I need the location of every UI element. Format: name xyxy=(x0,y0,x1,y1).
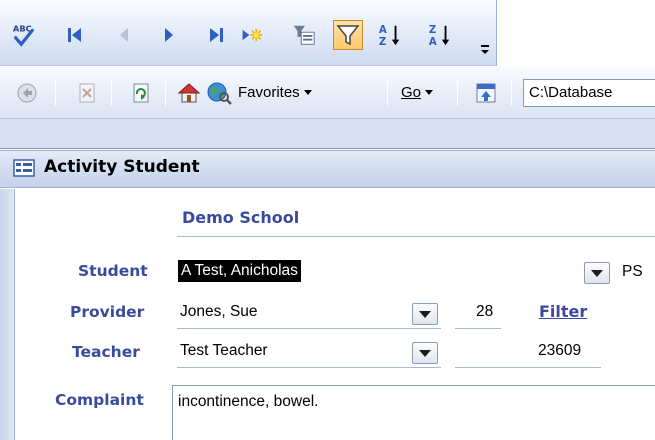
provider-underline xyxy=(177,328,441,329)
student-extra-value: PS xyxy=(622,263,643,280)
next-icon xyxy=(165,28,173,42)
filter-form-icon xyxy=(293,25,315,45)
form-record-selector[interactable] xyxy=(0,189,15,440)
first-icon xyxy=(68,28,81,42)
overflow-chevron-icon xyxy=(481,45,489,54)
toolbar-separator xyxy=(165,80,166,106)
teacher-label: Teacher xyxy=(72,343,140,361)
previous-icon xyxy=(120,28,128,42)
show-web-toolbar-button[interactable] xyxy=(473,80,499,106)
go-menu[interactable]: Go xyxy=(401,82,434,104)
last-record-button[interactable] xyxy=(204,22,228,48)
provider-number-underline xyxy=(455,328,501,329)
funnel-icon xyxy=(336,25,360,46)
student-dropdown-button[interactable] xyxy=(584,262,610,284)
svg-text:A: A xyxy=(379,25,387,36)
toolbar-separator xyxy=(511,80,512,106)
chevron-down-icon xyxy=(303,89,312,95)
student-combobox[interactable]: A Test, Anicholas xyxy=(178,260,578,284)
teacher-underline xyxy=(177,367,441,368)
mdi-background xyxy=(0,119,655,149)
provider-dropdown-button[interactable] xyxy=(412,303,438,325)
teacher-number: 23609 xyxy=(538,342,582,359)
toolbar-empty-area xyxy=(497,0,655,66)
previous-record-button[interactable] xyxy=(112,22,136,48)
address-input[interactable]: C:\Database xyxy=(523,79,655,107)
search-web-button[interactable] xyxy=(206,80,232,106)
sort-az-icon: A Z xyxy=(379,25,400,48)
spelling-check-button[interactable]: ABC xyxy=(12,22,36,48)
complaint-label: Complaint xyxy=(55,391,144,409)
chevron-down-icon xyxy=(591,269,603,277)
chevron-down-icon xyxy=(419,349,431,357)
refresh-button[interactable] xyxy=(128,80,154,106)
stop-page-icon xyxy=(79,83,95,103)
teacher-combobox[interactable]: Test Teacher xyxy=(180,342,268,360)
back-button[interactable] xyxy=(14,80,40,106)
toolbar-separator xyxy=(55,80,56,106)
favorites-label: Favorites xyxy=(238,84,300,101)
teacher-number-underline xyxy=(455,367,601,368)
toolbar-separator xyxy=(111,80,112,106)
toolbar-separator xyxy=(457,80,458,106)
favorites-menu[interactable]: Favorites xyxy=(238,82,312,104)
student-value: A Test, Anicholas xyxy=(178,260,301,282)
toolbar-overflow-button[interactable] xyxy=(478,40,492,58)
next-record-button[interactable] xyxy=(157,22,181,48)
new-record-icon xyxy=(242,29,263,41)
sort-descending-button[interactable]: Z A xyxy=(428,22,452,48)
svg-text:Z: Z xyxy=(429,25,436,36)
filter-link[interactable]: Filter xyxy=(539,302,587,321)
provider-label: Provider xyxy=(70,303,145,321)
school-name: Demo School xyxy=(182,208,300,227)
chevron-down-icon xyxy=(419,310,431,318)
first-record-button[interactable] xyxy=(63,22,87,48)
sort-za-icon: Z A xyxy=(429,25,450,48)
chevron-down-icon xyxy=(425,89,434,95)
school-underline xyxy=(177,236,655,237)
new-record-button[interactable] xyxy=(240,22,264,48)
form-title: Activity Student xyxy=(44,157,200,177)
refresh-icon xyxy=(133,83,149,103)
sort-ascending-button[interactable]: A Z xyxy=(378,22,402,48)
complaint-value: incontinence, bowel. xyxy=(178,393,319,410)
svg-text:A: A xyxy=(429,37,437,48)
go-label: Go xyxy=(401,84,422,101)
provider-combobox[interactable]: Jones, Sue xyxy=(180,303,258,321)
student-label: Student xyxy=(78,262,148,280)
back-arrow-icon xyxy=(17,83,37,103)
web-toolbar-icon xyxy=(476,83,496,103)
globe-search-icon xyxy=(207,82,232,105)
stop-button[interactable] xyxy=(74,80,100,106)
filter-by-form-button[interactable] xyxy=(292,22,316,48)
home-button[interactable] xyxy=(176,80,202,106)
apply-filter-button[interactable] xyxy=(333,20,363,50)
form-window-icon xyxy=(13,159,35,177)
teacher-dropdown-button[interactable] xyxy=(412,342,438,364)
svg-text:Z: Z xyxy=(379,37,386,48)
last-icon xyxy=(210,28,223,42)
abc-check-icon: ABC xyxy=(13,23,34,47)
svg-text:ABC: ABC xyxy=(13,23,32,33)
provider-number: 28 xyxy=(476,303,494,320)
home-icon xyxy=(177,83,201,103)
toolbar-separator xyxy=(387,80,388,106)
